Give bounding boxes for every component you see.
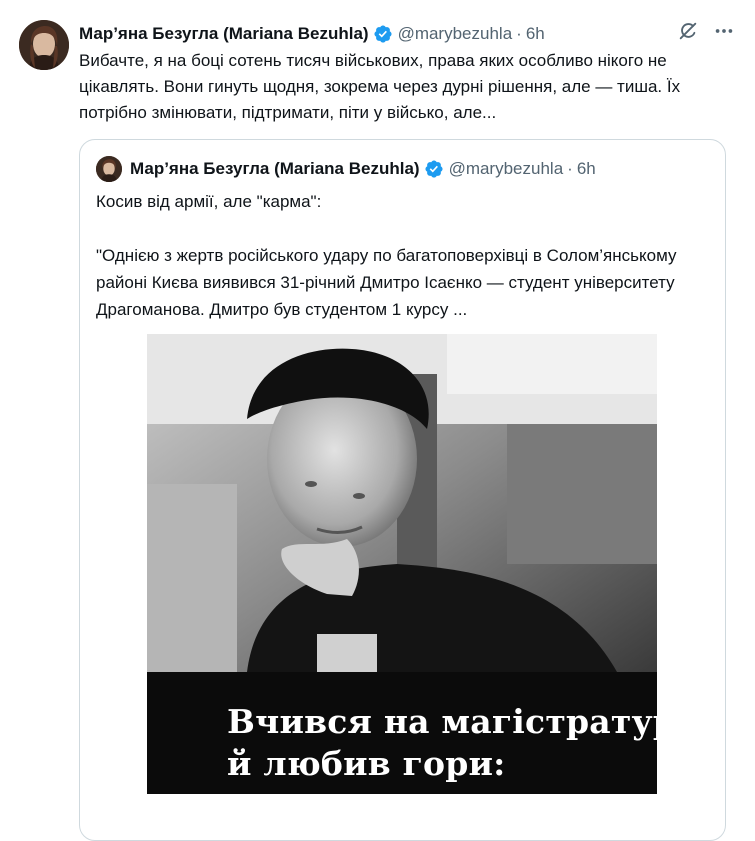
image-caption-banner: Вчився на магістратурі й любив гори: [147,672,657,794]
more-icon[interactable] [713,20,735,42]
tweet-actions [677,20,735,42]
caption-line1: Вчився на магістратурі [227,702,657,741]
verified-badge-icon [425,160,443,178]
quoted-tweet[interactable]: Мар’яна Безугла (Mariana Bezuhla) @maryb… [79,139,726,841]
quoted-tweet-image[interactable]: Вчився на магістратурі й любив гори: [147,334,657,794]
separator-dot: · [516,24,522,43]
tweet-header: Мар’яна Безугла (Mariana Bezuhla) @maryb… [79,21,735,47]
tweet-text: Вибачте, я на боці сотень тисяч військов… [79,51,681,122]
verified-badge-icon [374,25,392,43]
caption-line2: й любив гори: [227,744,506,783]
quoted-author-avatar [96,156,122,182]
author-avatar[interactable] [19,20,69,70]
quoted-text-line1: Косив від армії, але "карма": [96,192,322,211]
quoted-tweet-header: Мар’яна Безугла (Mariana Bezuhla) @maryb… [96,156,596,182]
quoted-author-name: Мар’яна Безугла (Mariana Bezuhla) [130,159,420,178]
photo-portrait [147,334,657,672]
tweet: Мар’яна Безугла (Mariana Bezuhla) @maryb… [0,0,755,841]
quoted-author-handle: @marybezuhla [448,159,564,178]
quoted-text-line2: "Однією з жертв російського удару по баг… [96,246,677,319]
quoted-tweet-time: 6h [576,159,596,178]
author-name[interactable]: Мар’яна Безугла (Mariana Bezuhla) [79,24,369,44]
separator-dot: · [567,159,573,178]
quoted-tweet-text: Косив від армії, але "карма": "Однією з … [96,188,712,323]
tweet-time[interactable]: 6h [526,24,545,44]
grok-icon[interactable] [677,20,699,42]
author-handle[interactable]: @marybezuhla [398,24,513,44]
